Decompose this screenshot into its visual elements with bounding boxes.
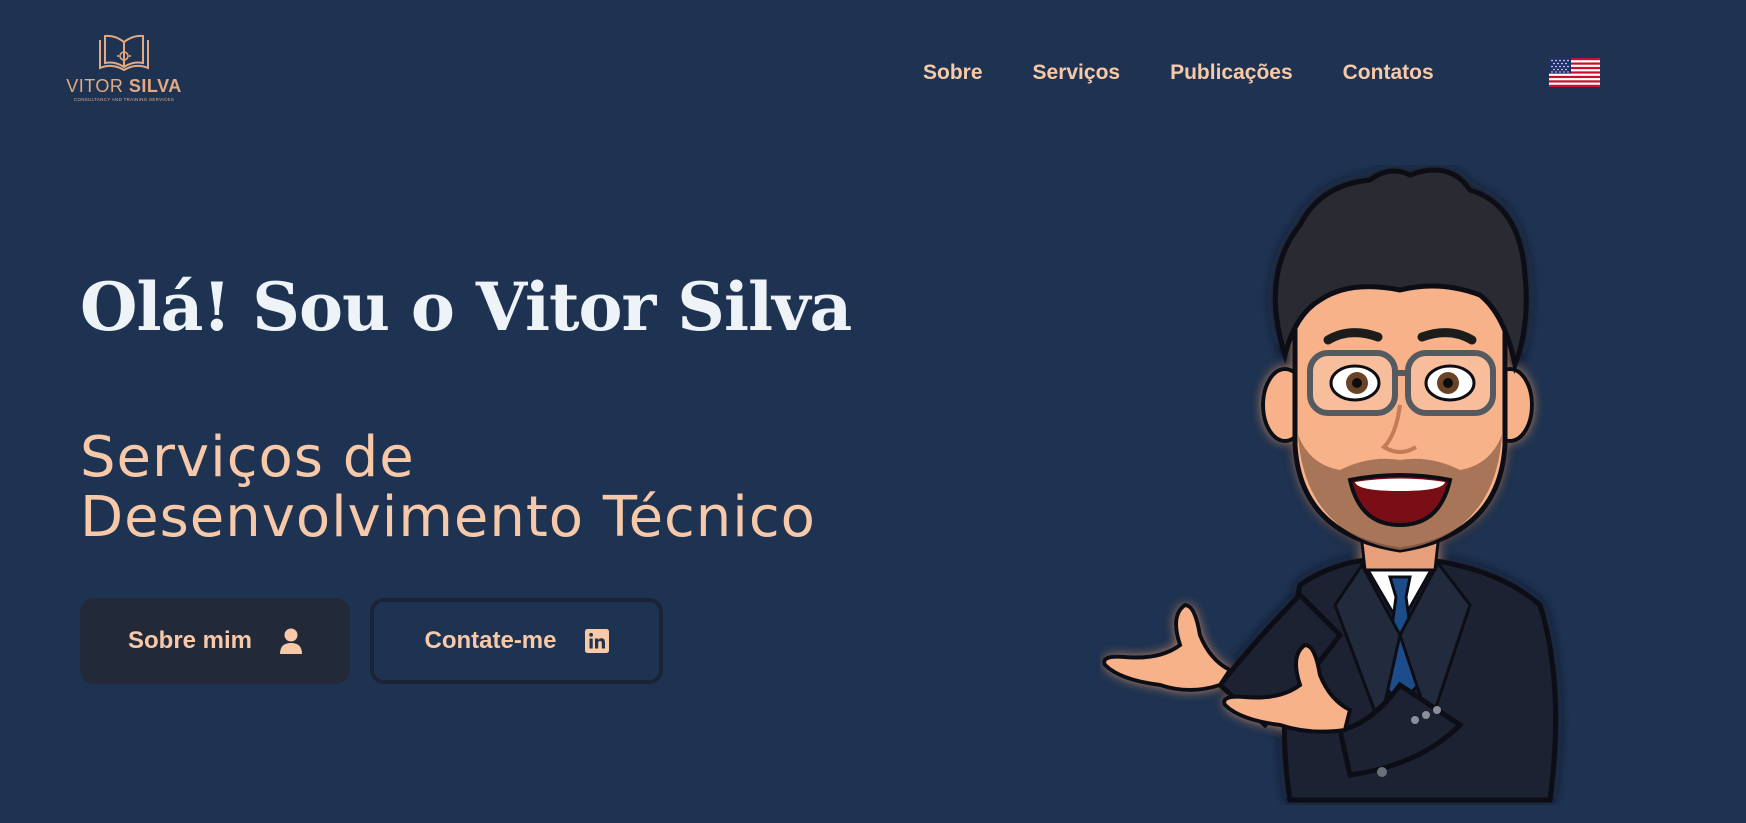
book-logo-icon [99, 34, 149, 72]
nav-link-sobre[interactable]: Sobre [923, 58, 983, 88]
about-me-button[interactable]: Sobre mim [80, 598, 350, 684]
cartoon-avatar [1102, 167, 1559, 803]
hero-subtitle-line1: Serviços de [80, 425, 415, 490]
nav-link-contatos[interactable]: Contatos [1343, 58, 1434, 88]
hero-subtitle: Serviços de Desenvolvimento Técnico [80, 428, 940, 548]
logo-name-light: VITOR [66, 76, 129, 96]
hero-title: Olá! Sou o Vitor Silva [80, 268, 852, 346]
contact-me-button[interactable]: Contate-me [370, 598, 663, 684]
logo-name-bold: SILVA [128, 76, 182, 96]
logo-wordmark: VITOR SILVA [62, 76, 186, 96]
about-me-button-label: Sobre mim [127, 627, 253, 654]
logo-tagline: CONSULTANCY AND TRAINING SERVICES [73, 97, 175, 102]
contact-me-button-label: Contate-me [424, 627, 557, 654]
page: VITOR SILVA CONSULTANCY AND TRAINING SER… [0, 0, 1746, 823]
user-icon [280, 628, 303, 654]
nav-link-servicos[interactable]: Serviços [1033, 58, 1121, 88]
site-logo[interactable]: VITOR SILVA CONSULTANCY AND TRAINING SER… [62, 32, 186, 112]
linkedin-icon [584, 629, 609, 653]
hero-subtitle-line2: Desenvolvimento Técnico [80, 485, 816, 550]
nav-link-publicacoes[interactable]: Publicações [1170, 58, 1293, 88]
main-nav: Sobre Serviços Publicações Contatos [923, 58, 1434, 88]
us-flag-icon[interactable] [1549, 58, 1600, 87]
